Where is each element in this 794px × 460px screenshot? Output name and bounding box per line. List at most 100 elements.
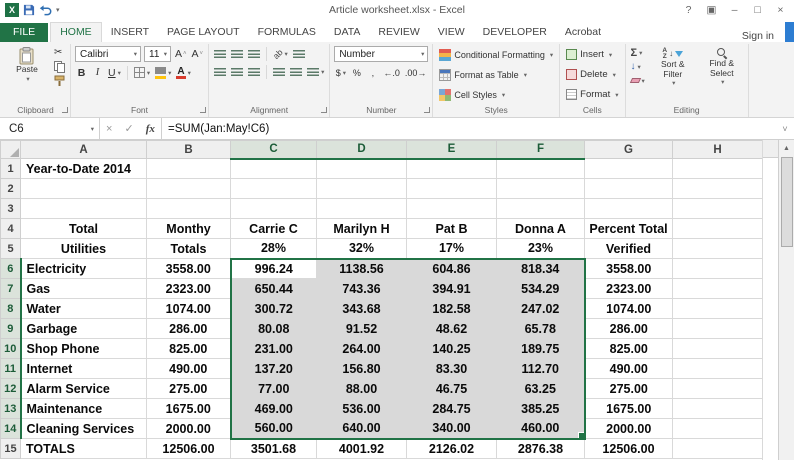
font-name-select[interactable]: Calibri▾ xyxy=(75,46,141,62)
tab-insert[interactable]: INSERT xyxy=(102,23,158,42)
underline-button[interactable]: U▾ xyxy=(107,65,122,80)
chevron-down-icon[interactable]: ▾ xyxy=(134,50,137,58)
cell-E4[interactable]: Pat B xyxy=(407,219,497,239)
clipboard-dialog-launcher-icon[interactable] xyxy=(62,107,68,113)
cell-F5[interactable]: 23% xyxy=(497,239,585,259)
fill-color-button[interactable]: ▾ xyxy=(154,65,172,80)
cell-E5[interactable]: 17% xyxy=(407,239,497,259)
cell-G1[interactable] xyxy=(585,159,673,179)
format-painter-icon[interactable] xyxy=(53,74,66,87)
clear-button[interactable]: ▾ xyxy=(630,74,646,87)
cell-G14[interactable]: 2000.00 xyxy=(585,419,673,439)
cell-G11[interactable]: 490.00 xyxy=(585,359,673,379)
cell-B12[interactable]: 275.00 xyxy=(147,379,231,399)
font-dialog-launcher-icon[interactable] xyxy=(200,107,206,113)
cell-D9[interactable]: 91.52 xyxy=(317,319,407,339)
cell-A13[interactable]: Maintenance xyxy=(21,399,147,419)
cell-H15[interactable] xyxy=(673,439,763,459)
column-header-E[interactable]: E xyxy=(407,141,497,159)
ribbon-display-options-icon[interactable]: ▣ xyxy=(700,4,723,16)
cell-G4[interactable]: Percent Total xyxy=(585,219,673,239)
tab-page-layout[interactable]: PAGE LAYOUT xyxy=(158,23,249,42)
column-header-C[interactable]: C xyxy=(231,141,317,159)
column-header-A[interactable]: A xyxy=(21,141,147,159)
cell-D15[interactable]: 4001.92 xyxy=(317,439,407,459)
cell-A6[interactable]: Electricity xyxy=(21,259,147,279)
cell-D6[interactable]: 1138.56 xyxy=(317,259,407,279)
comma-style-button[interactable]: , xyxy=(366,65,379,80)
increase-indent-button[interactable] xyxy=(289,64,303,79)
cell-E2[interactable] xyxy=(407,179,497,199)
cell-D1[interactable] xyxy=(317,159,407,179)
cell-D14[interactable]: 640.00 xyxy=(317,419,407,439)
help-button[interactable]: ? xyxy=(677,4,700,16)
cell-E9[interactable]: 48.62 xyxy=(407,319,497,339)
column-header-D[interactable]: D xyxy=(317,141,407,159)
decrease-indent-button[interactable] xyxy=(272,64,286,79)
cell-H7[interactable] xyxy=(673,279,763,299)
cell-H4[interactable] xyxy=(673,219,763,239)
cell-F11[interactable]: 112.70 xyxy=(497,359,585,379)
align-center-button[interactable] xyxy=(230,64,244,79)
cell-B7[interactable]: 2323.00 xyxy=(147,279,231,299)
row-header-3[interactable]: 3 xyxy=(1,199,21,219)
cell-C7[interactable]: 650.44 xyxy=(231,279,317,299)
tab-file[interactable]: FILE xyxy=(0,23,48,42)
cell-G13[interactable]: 1675.00 xyxy=(585,399,673,419)
row-header-10[interactable]: 10 xyxy=(1,339,21,359)
increase-decimal-button[interactable]: ←.0 xyxy=(382,65,401,80)
tab-review[interactable]: REVIEW xyxy=(369,23,428,42)
row-header-13[interactable]: 13 xyxy=(1,399,21,419)
cell-C11[interactable]: 137.20 xyxy=(231,359,317,379)
cell-H8[interactable] xyxy=(673,299,763,319)
orientation-button[interactable]: ab▾ xyxy=(272,46,289,61)
cell-F2[interactable] xyxy=(497,179,585,199)
cell-B11[interactable]: 490.00 xyxy=(147,359,231,379)
cell-D8[interactable]: 343.68 xyxy=(317,299,407,319)
row-header-11[interactable]: 11 xyxy=(1,359,21,379)
cell-F7[interactable]: 534.29 xyxy=(497,279,585,299)
alignment-dialog-launcher-icon[interactable] xyxy=(321,107,327,113)
cell-H1[interactable] xyxy=(673,159,763,179)
cell-G7[interactable]: 2323.00 xyxy=(585,279,673,299)
minimize-button[interactable]: – xyxy=(723,4,746,16)
cell-H12[interactable] xyxy=(673,379,763,399)
cell-B3[interactable] xyxy=(147,199,231,219)
row-header-14[interactable]: 14 xyxy=(1,419,21,439)
cut-icon[interactable]: ✂ xyxy=(53,46,66,59)
cell-F12[interactable]: 63.25 xyxy=(497,379,585,399)
cell-D5[interactable]: 32% xyxy=(317,239,407,259)
paste-button[interactable]: Paste ▾ xyxy=(5,46,49,104)
wrap-text-button[interactable] xyxy=(292,46,306,61)
undo-icon[interactable] xyxy=(39,5,52,16)
cell-D12[interactable]: 88.00 xyxy=(317,379,407,399)
cell-C3[interactable] xyxy=(231,199,317,219)
borders-button[interactable]: ▾ xyxy=(133,65,151,80)
cell-G5[interactable]: Verified xyxy=(585,239,673,259)
insert-button[interactable]: Insert ▾ xyxy=(564,46,620,63)
column-header-B[interactable]: B xyxy=(147,141,231,159)
align-bottom-button[interactable] xyxy=(247,46,261,61)
cell-C5[interactable]: 28% xyxy=(231,239,317,259)
row-header-6[interactable]: 6 xyxy=(1,259,21,279)
cell-H6[interactable] xyxy=(673,259,763,279)
scroll-up-icon[interactable]: ▲ xyxy=(779,140,794,156)
cell-D13[interactable]: 536.00 xyxy=(317,399,407,419)
cell-E15[interactable]: 2126.02 xyxy=(407,439,497,459)
cell-F6[interactable]: 818.34 xyxy=(497,259,585,279)
conditional-formatting-button[interactable]: Conditional Formatting ▾ xyxy=(437,46,555,63)
row-header-9[interactable]: 9 xyxy=(1,319,21,339)
row-header-5[interactable]: 5 xyxy=(1,239,21,259)
cell-B2[interactable] xyxy=(147,179,231,199)
cell-C4[interactable]: Carrie C xyxy=(231,219,317,239)
cell-A3[interactable] xyxy=(21,199,147,219)
cell-E6[interactable]: 604.86 xyxy=(407,259,497,279)
find-select-button[interactable]: Find & Select ▾ xyxy=(700,46,744,104)
format-button[interactable]: Format ▾ xyxy=(564,86,620,103)
cell-B8[interactable]: 1074.00 xyxy=(147,299,231,319)
format-as-table-button[interactable]: Format as Table ▾ xyxy=(437,66,555,83)
cell-C10[interactable]: 231.00 xyxy=(231,339,317,359)
cell-D4[interactable]: Marilyn H xyxy=(317,219,407,239)
cell-H10[interactable] xyxy=(673,339,763,359)
tab-developer[interactable]: DEVELOPER xyxy=(474,23,556,42)
